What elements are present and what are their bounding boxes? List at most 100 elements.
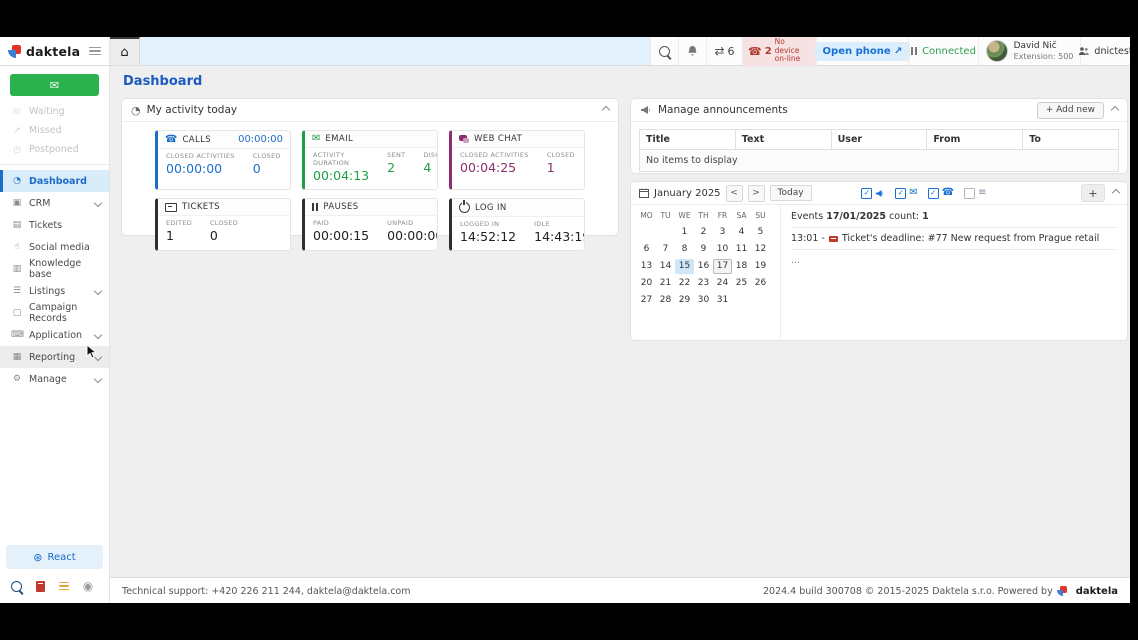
calendar-day[interactable]: 12 — [751, 242, 770, 257]
column-header[interactable]: User — [832, 130, 928, 149]
sidebar-item-knowledge-base[interactable]: ▥ Knowledge base — [0, 258, 109, 280]
sidebar-item-dashboard[interactable]: ◔ Dashboard — [0, 170, 109, 192]
dow-label: MO — [637, 211, 656, 220]
transfer-button[interactable]: ⇄ 6 — [706, 37, 742, 65]
events-count: 1 — [922, 211, 929, 222]
activity-gauge-icon: ◔ — [131, 105, 141, 116]
calendar-day[interactable]: 28 — [656, 293, 675, 308]
event-time: 13:01 - — [791, 233, 825, 244]
calendar-day[interactable]: 20 — [637, 276, 656, 291]
account-switcher[interactable]: dnictest — [1080, 37, 1130, 65]
calendar-day[interactable]: 27 — [637, 293, 656, 308]
stat-value: 4 — [423, 160, 438, 175]
notifications-button[interactable] — [678, 37, 706, 65]
home-icon: ⌂ — [120, 45, 128, 60]
calendar-day[interactable]: 25 — [732, 276, 751, 291]
sidebar-item-listings[interactable]: ☰ Listings — [0, 280, 109, 302]
calendar-day[interactable]: 11 — [732, 242, 751, 257]
calendar-day[interactable]: 17 — [713, 259, 732, 274]
checkbox-unchecked-icon — [964, 188, 975, 199]
calendar-day[interactable]: 6 — [637, 242, 656, 257]
column-header[interactable]: To — [1023, 130, 1118, 149]
collapse-panel-icon[interactable] — [1111, 106, 1119, 114]
sidebar-item-tickets[interactable]: ▤ Tickets — [0, 214, 109, 236]
add-event-button[interactable]: + — [1081, 184, 1105, 202]
calendar-day[interactable]: 23 — [694, 276, 713, 291]
card-tickets: TICKETS EDITED1 CLOSED0 — [155, 198, 291, 251]
calendar-day[interactable]: 30 — [694, 293, 713, 308]
sidebar-item-postponed[interactable]: ◷ Postponed — [0, 140, 109, 159]
ticket-icon — [829, 236, 838, 242]
collapse-panel-icon[interactable] — [1112, 189, 1120, 197]
filter-emails[interactable]: ✓ ✉ — [895, 188, 917, 199]
calendar-day[interactable]: 24 — [713, 276, 732, 291]
column-header[interactable]: Text — [736, 130, 832, 149]
sidebar-item-application[interactable]: ⌨ Application — [0, 324, 109, 346]
sidebar-item-missed[interactable]: ↗ Missed — [0, 121, 109, 140]
quick-search-button[interactable] — [5, 576, 27, 596]
sidebar-item-campaign-records[interactable]: ▢ Campaign Records — [0, 302, 109, 324]
next-month-button[interactable]: > — [748, 185, 765, 202]
user-menu[interactable]: David Nič Extension: 500 — [978, 37, 1080, 65]
app-window: daktela ⌂ ⇄ 6 ☎ — [0, 37, 1130, 603]
calendar-day[interactable]: 7 — [656, 242, 675, 257]
calendar-day[interactable]: 31 — [713, 293, 732, 308]
calendar-day[interactable]: 29 — [675, 293, 694, 308]
add-announcement-button[interactable]: + Add new — [1037, 102, 1104, 119]
sidebar-item-manage[interactable]: ⚙ Manage — [0, 368, 109, 390]
new-message-button[interactable]: ✉ — [10, 74, 99, 96]
calendar-day[interactable]: 19 — [751, 259, 770, 274]
sidebar-item-reporting[interactable]: ▦ Reporting — [0, 346, 109, 368]
calendar-day[interactable]: 21 — [656, 276, 675, 291]
filter-tasks[interactable]: ≡ — [964, 188, 986, 199]
envelope-icon: ✉ — [909, 188, 917, 198]
react-button[interactable]: ⊛ React — [6, 545, 103, 569]
filter-calls[interactable]: ✓ ☎ — [928, 188, 954, 199]
calendar-day[interactable]: 15 — [675, 259, 694, 274]
column-header[interactable]: Title — [640, 130, 736, 149]
today-button[interactable]: Today — [770, 185, 812, 201]
transfer-count: 6 — [728, 45, 735, 58]
calendar-day[interactable]: 10 — [713, 242, 732, 257]
panel-title: My activity today — [147, 104, 238, 116]
calendar-day[interactable]: 16 — [694, 259, 713, 274]
calendar-day[interactable]: 26 — [751, 276, 770, 291]
calendar-day[interactable]: 22 — [675, 276, 694, 291]
card-pauses: PAUSES PAID00:00:15 UNPAID00:00:00 — [302, 198, 438, 251]
filter-announcements[interactable]: ✓ — [861, 188, 885, 199]
tab-home[interactable]: ⌂ — [110, 37, 140, 65]
hamburger-menu-icon[interactable] — [89, 47, 101, 56]
calendar-day[interactable]: 3 — [713, 225, 732, 240]
calendar-day[interactable]: 13 — [637, 259, 656, 274]
dow-label: TU — [656, 211, 675, 220]
sidebar-item-waiting[interactable]: ☏ Waiting — [0, 102, 109, 121]
search-button[interactable] — [650, 37, 678, 65]
topbar-actions: ⇄ 6 ☎ 2 No device on-line Open phone ↗ C… — [650, 37, 1130, 65]
connection-status[interactable]: Connected — [908, 37, 978, 65]
event-item[interactable]: 13:01 - Ticket's deadline: #77 New reque… — [791, 233, 1117, 244]
user-extension: Extension: 500 — [1014, 52, 1074, 61]
calendar-day[interactable]: 2 — [694, 225, 713, 240]
changelog-button[interactable] — [53, 576, 75, 596]
calls-phone-icon: ☎ — [165, 135, 177, 145]
calendar-day[interactable]: 9 — [694, 242, 713, 257]
card-title: EMAIL — [325, 134, 353, 144]
calendar-day[interactable]: 4 — [732, 225, 751, 240]
calendar-day[interactable]: 5 — [751, 225, 770, 240]
manual-button[interactable] — [29, 576, 51, 596]
help-button[interactable]: ◉ — [77, 576, 99, 596]
open-phone-button[interactable]: Open phone ↗ — [815, 42, 911, 61]
prev-month-button[interactable]: < — [726, 185, 743, 202]
calendar-day[interactable]: 1 — [675, 225, 694, 240]
column-header[interactable]: From — [927, 130, 1023, 149]
events-count-label: count: — [889, 211, 919, 222]
calendar-day[interactable]: 18 — [732, 259, 751, 274]
sidebar-item-social-media[interactable]: ☝ Social media — [0, 236, 109, 258]
sidebar-item-crm[interactable]: ▣ CRM — [0, 192, 109, 214]
events-list: Events 17/01/2025 count: 1 13:01 - Ticke… — [781, 205, 1127, 341]
build-info: 2024.4 build 300708 © 2015-2025 Daktela … — [763, 586, 1053, 597]
calendar-day[interactable]: 8 — [675, 242, 694, 257]
device-status[interactable]: ☎ 2 No device on-line — [742, 37, 816, 65]
collapse-panel-icon[interactable] — [602, 106, 610, 114]
calendar-day[interactable]: 14 — [656, 259, 675, 274]
